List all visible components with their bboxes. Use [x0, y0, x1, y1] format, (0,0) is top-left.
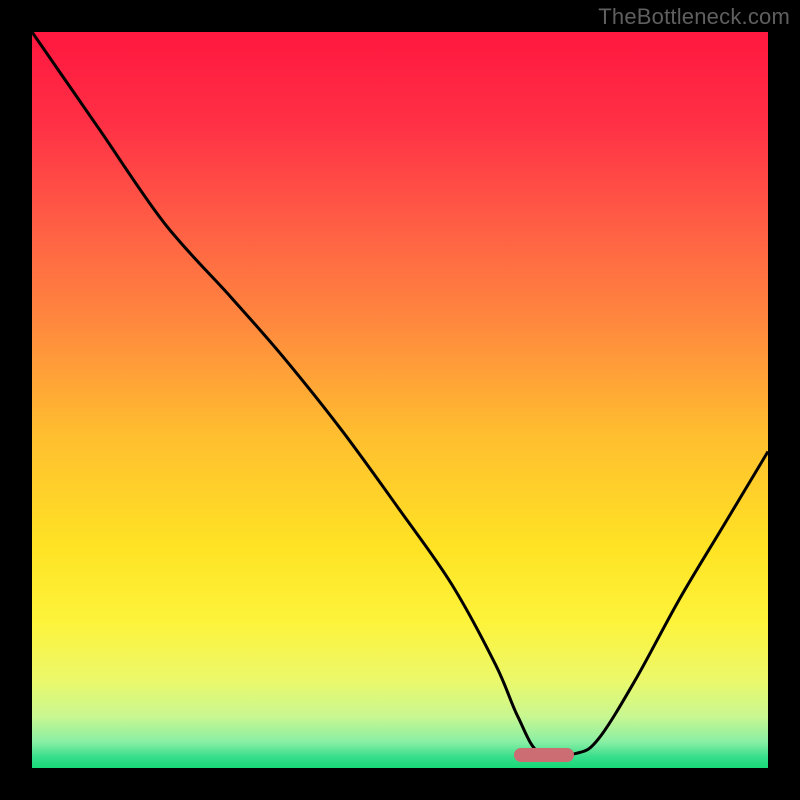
watermark-text: TheBottleneck.com — [598, 4, 790, 30]
chart-svg — [32, 32, 768, 768]
sweet-spot-marker — [514, 748, 574, 762]
chart-area — [32, 32, 768, 768]
gradient-background — [32, 32, 768, 768]
